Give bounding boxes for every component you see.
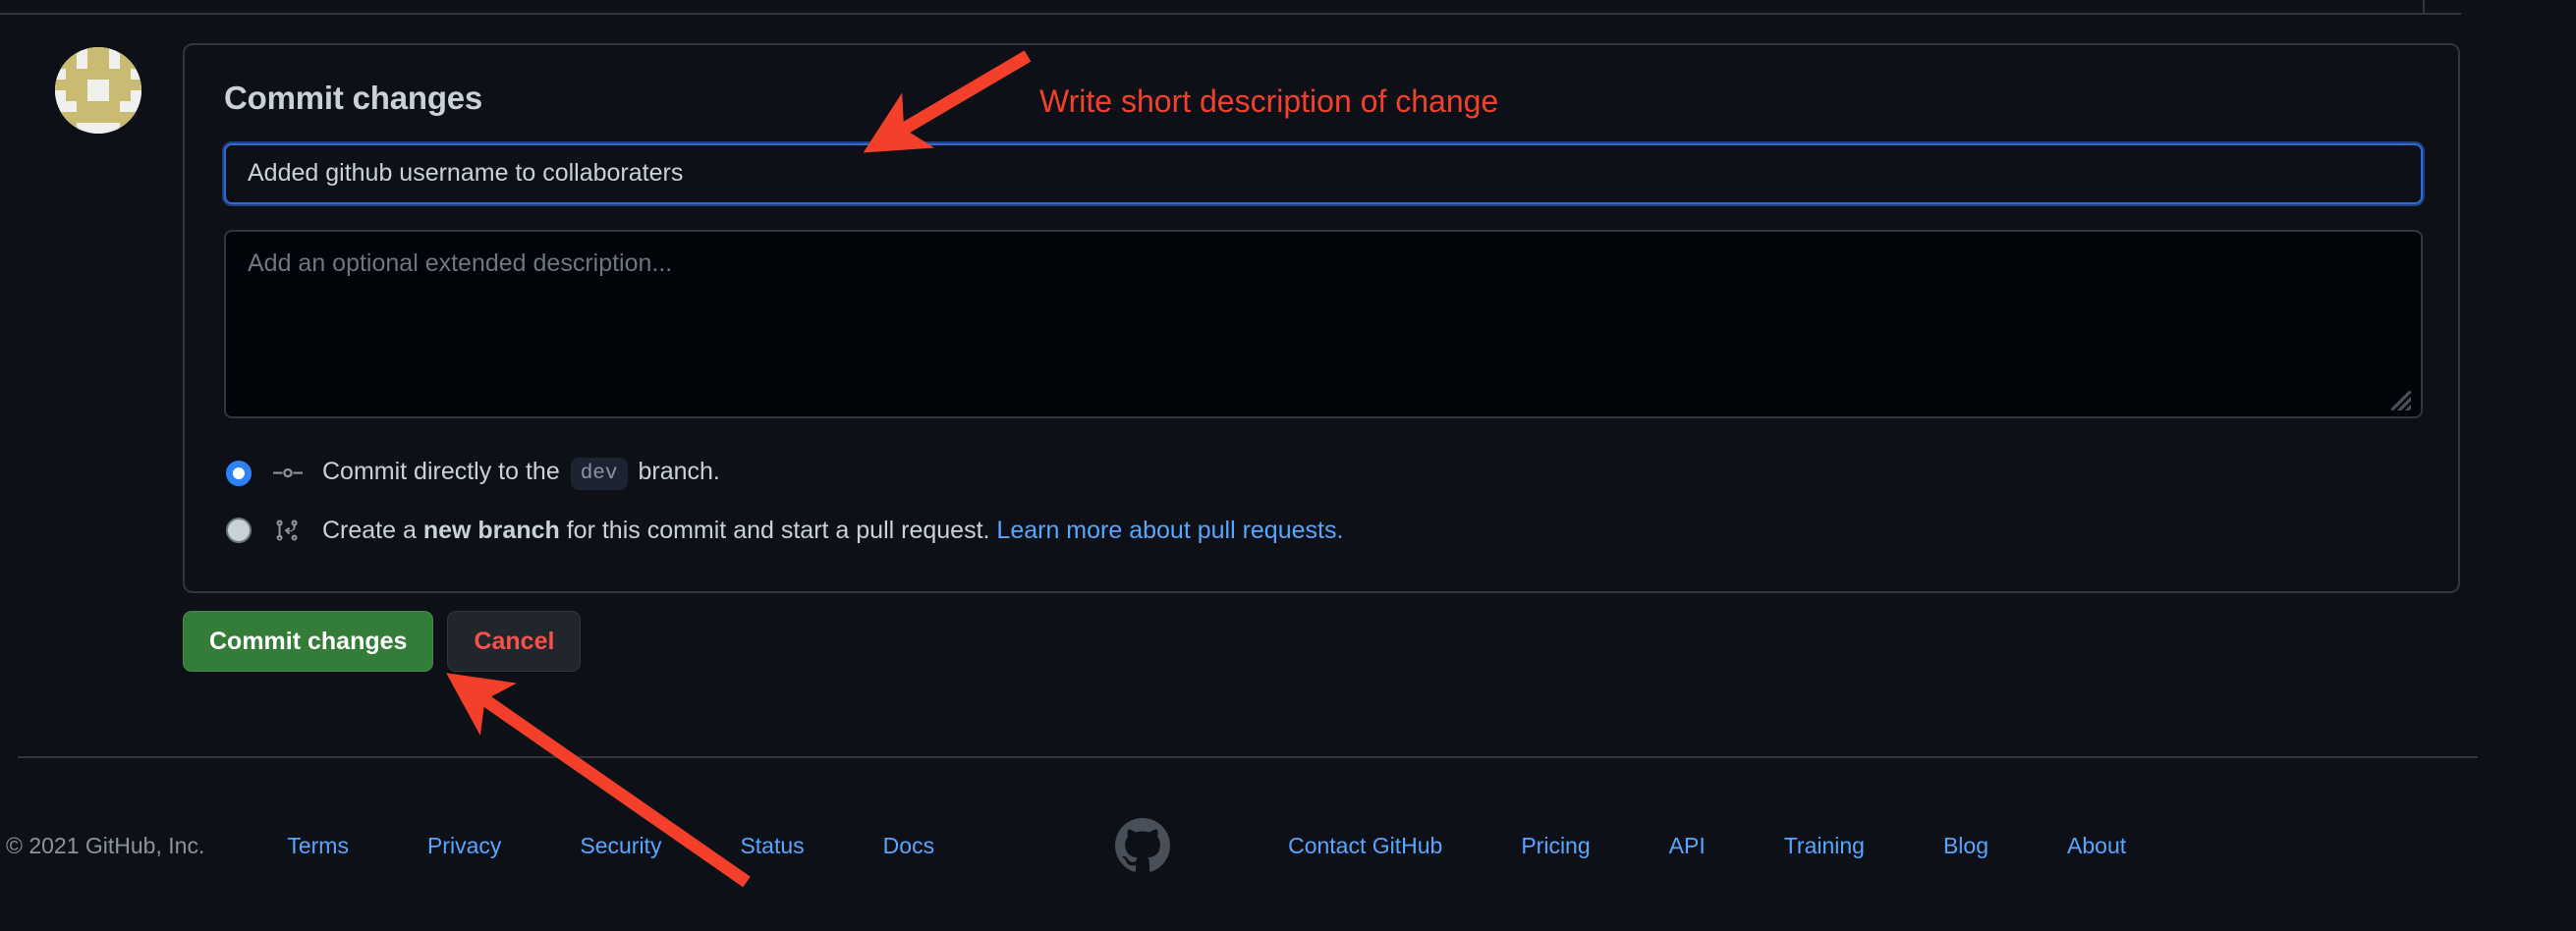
commit-description-textarea[interactable] [224, 229, 2423, 418]
option-create-new-branch[interactable]: Create a new branch for this commit and … [224, 509, 2419, 552]
commit-changes-button[interactable]: Commit changes [183, 611, 434, 672]
git-commit-icon [271, 457, 305, 490]
copyright-text: © 2021 GitHub, Inc. [6, 832, 205, 858]
git-pull-request-icon [271, 514, 305, 547]
branch-name-badge: dev [570, 457, 628, 490]
top-divider-stub [2423, 0, 2425, 14]
radio-commit-directly[interactable] [226, 460, 252, 486]
footer-link-about[interactable]: About [2067, 833, 2126, 859]
avatar [55, 47, 141, 134]
footer-link-docs[interactable]: Docs [883, 833, 934, 859]
learn-more-pull-requests-link[interactable]: Learn more about pull requests. [996, 517, 1343, 544]
footer-right-group: Contact GitHub Pricing API Training Blog… [1170, 833, 2126, 859]
action-buttons: Commit changes Cancel [183, 611, 582, 672]
page-root: Commit changes Commit directl [0, 0, 2576, 931]
footer-link-training[interactable]: Training [1784, 833, 1865, 859]
commit-description-wrapper [224, 229, 2423, 418]
footer-link-blog[interactable]: Blog [1943, 833, 1988, 859]
cancel-button[interactable]: Cancel [447, 611, 582, 672]
option-commit-directly[interactable]: Commit directly to the dev branch. [224, 452, 2419, 495]
commit-target-options: Commit directly to the dev branch. Creat… [224, 452, 2419, 552]
annotation-summary-text: Write short description of change [1039, 83, 1499, 119]
github-mark-icon [1115, 818, 1171, 873]
footer-link-status[interactable]: Status [740, 833, 804, 859]
footer-link-security[interactable]: Security [580, 833, 661, 859]
commit-changes-panel: Commit changes Commit directl [183, 43, 2460, 593]
option-commit-directly-label: Commit directly to the dev branch. [322, 457, 720, 490]
footer-divider [18, 756, 2478, 758]
option2-text-after: for this commit and start a pull request… [566, 516, 990, 544]
footer-link-contact-github[interactable]: Contact GitHub [1288, 833, 1442, 859]
footer-link-api[interactable]: API [1669, 833, 1706, 859]
radio-create-new-branch[interactable] [226, 517, 252, 543]
footer-left-group: © 2021 GitHub, Inc. Terms Privacy Securi… [0, 833, 934, 859]
option-create-new-branch-label: Create a new branch for this commit and … [322, 516, 1343, 545]
option2-text-before: Create a [322, 516, 417, 544]
footer-link-privacy[interactable]: Privacy [427, 833, 501, 859]
option-text-after: branch. [638, 457, 720, 485]
identicon-icon [55, 47, 141, 134]
option2-bold-text: new branch [422, 516, 560, 544]
commit-summary-input[interactable] [222, 140, 2425, 206]
footer-link-pricing[interactable]: Pricing [1521, 833, 1590, 859]
top-divider [0, 13, 2461, 15]
site-footer: © 2021 GitHub, Inc. Terms Privacy Securi… [0, 818, 2576, 872]
footer-link-terms[interactable]: Terms [287, 833, 349, 859]
option-text-before: Commit directly to the [322, 457, 560, 485]
